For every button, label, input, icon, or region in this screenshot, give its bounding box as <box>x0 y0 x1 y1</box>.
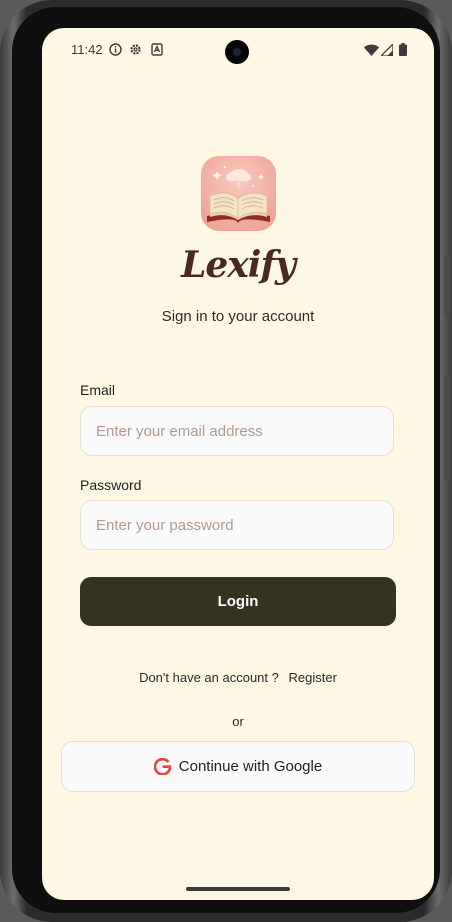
signal-icon <box>381 44 393 56</box>
status-bar: 11:42 <box>42 28 434 72</box>
phone-bezel: 11:42 Lexify Sign in to your account Ema… <box>12 7 440 913</box>
phone-frame: 11:42 Lexify Sign in to your account Ema… <box>0 0 452 922</box>
app-screen: 11:42 Lexify Sign in to your account Ema… <box>42 28 434 900</box>
status-time: 11:42 <box>71 42 103 57</box>
email-label: Email <box>80 382 116 398</box>
register-prompt: Don't have an account ? Register <box>42 670 434 685</box>
password-field[interactable] <box>80 500 394 550</box>
download-badge-icon <box>151 43 163 56</box>
home-indicator[interactable] <box>186 887 290 891</box>
info-icon <box>109 43 122 56</box>
or-divider-text: or <box>232 714 244 729</box>
no-account-text: Don't have an account ? <box>139 670 279 685</box>
google-button-label: Continue with Google <box>178 758 323 775</box>
login-button[interactable]: Login <box>80 577 396 626</box>
app-name: Lexify <box>181 244 296 286</box>
wifi-icon <box>364 44 379 56</box>
power-button <box>444 255 450 315</box>
front-camera <box>225 40 249 64</box>
page-subtitle: Sign in to your account <box>161 308 315 325</box>
google-g-icon <box>153 758 171 775</box>
google-sign-in-button[interactable]: Continue with Google <box>61 741 415 792</box>
open-book-logo-icon <box>207 165 270 224</box>
settings-gear-icon <box>130 44 141 55</box>
register-link[interactable]: Register <box>289 670 337 685</box>
app-logo <box>201 156 276 231</box>
email-field[interactable] <box>80 406 394 456</box>
password-label: Password <box>80 477 142 493</box>
battery-icon <box>399 43 407 56</box>
volume-button <box>444 375 450 480</box>
